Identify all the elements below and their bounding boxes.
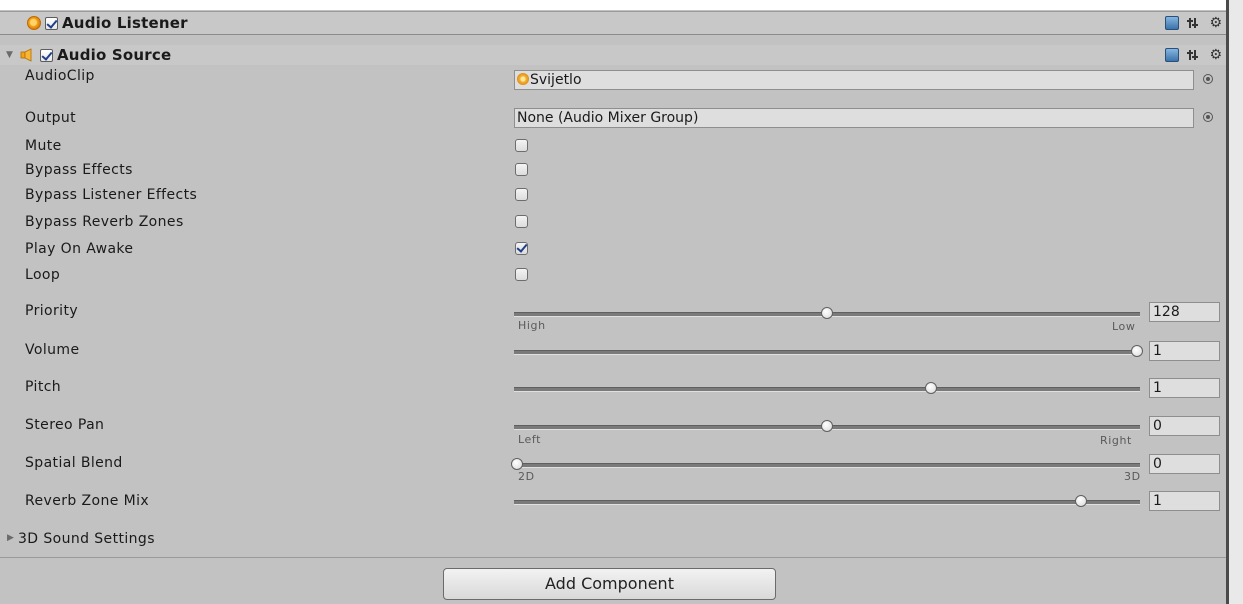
sound-settings-foldout[interactable]: ▶ 3D Sound Settings <box>0 529 1226 551</box>
spatial-blend-min-label: 2D <box>518 470 535 483</box>
toggle-label: Bypass Reverb Zones <box>25 214 184 230</box>
spatial-blend-slider-thumb[interactable] <box>511 458 523 470</box>
spatial-blend-value-field[interactable]: 0 <box>1149 454 1220 474</box>
spatial-blend-value: 0 <box>1153 456 1162 472</box>
slider-label: Stereo Pan <box>25 417 105 433</box>
slider-row: Volume 1 <box>0 340 1226 362</box>
scrollbar-track[interactable] <box>1229 0 1243 604</box>
bypass-reverb-zones-checkbox[interactable] <box>515 215 528 228</box>
toggle-label: Loop <box>25 267 61 283</box>
toggle-label: Mute <box>25 138 62 154</box>
audio-source-title: Audio Source <box>57 46 172 64</box>
slider-row: Priority High Low 128 <box>0 301 1226 333</box>
toggle-row: Bypass Listener Effects <box>0 185 1226 207</box>
volume-slider-thumb[interactable] <box>1131 345 1143 357</box>
spatial-blend-max-label: 3D <box>1124 470 1141 483</box>
book-icon[interactable] <box>1165 16 1180 30</box>
bypass-listener-effects-checkbox[interactable] <box>515 188 528 201</box>
slider-row: Reverb Zone Mix 1 <box>0 491 1226 513</box>
output-field[interactable]: None (Audio Mixer Group) <box>514 108 1194 128</box>
output-value: None (Audio Mixer Group) <box>517 110 699 126</box>
volume-slider-track[interactable] <box>514 350 1140 355</box>
toggle-row: Bypass Reverb Zones <box>0 212 1226 234</box>
speaker-icon <box>20 48 36 62</box>
pitch-slider-track[interactable] <box>514 387 1140 392</box>
toggle-row: Mute <box>0 136 1226 158</box>
audio-clip-row: AudioClip Svijetlo <box>0 68 1226 92</box>
bypass-effects-checkbox[interactable] <box>515 163 528 176</box>
volume-value: 1 <box>1153 343 1162 359</box>
audio-clip-value: Svijetlo <box>530 72 582 88</box>
output-row: Output None (Audio Mixer Group) <box>0 108 1226 130</box>
audio-clip-field[interactable]: Svijetlo <box>514 70 1194 90</box>
gear-icon[interactable]: ⚙ <box>1209 48 1222 62</box>
volume-value-field[interactable]: 1 <box>1149 341 1220 361</box>
book-icon[interactable] <box>1165 48 1180 62</box>
toggle-row: Bypass Effects <box>0 160 1226 182</box>
slider-label: Spatial Blend <box>25 455 123 471</box>
slider-label: Reverb Zone Mix <box>25 493 150 509</box>
sliders-icon[interactable] <box>1187 48 1201 62</box>
stereo-pan-value-field[interactable]: 0 <box>1149 416 1220 436</box>
output-label: Output <box>25 110 77 126</box>
play-on-awake-checkbox[interactable] <box>515 242 528 255</box>
pitch-slider-thumb[interactable] <box>924 382 937 394</box>
priority-value: 128 <box>1153 304 1180 320</box>
priority-max-label: Low <box>1112 320 1136 333</box>
audio-listener-title: Audio Listener <box>62 14 188 32</box>
slider-row: Pitch 1 <box>0 377 1226 399</box>
sound-settings-label: 3D Sound Settings <box>18 531 155 547</box>
audio-listener-header[interactable]: Audio Listener ⚙ <box>0 11 1226 35</box>
pitch-value-field[interactable]: 1 <box>1149 378 1220 398</box>
stereo-pan-value: 0 <box>1153 418 1162 434</box>
slider-row: Spatial Blend 2D 3D 0 <box>0 453 1226 483</box>
divider <box>0 557 1226 558</box>
reverb-zone-mix-slider-thumb[interactable] <box>1074 495 1087 507</box>
priority-slider-thumb[interactable] <box>821 307 833 319</box>
inspector-panel: Audio Listener ⚙ ▼ Audio Source ⚙ AudioC… <box>0 0 1243 604</box>
foldout-expanded-icon[interactable]: ▼ <box>6 50 16 60</box>
reverb-zone-mix-value-field[interactable]: 1 <box>1149 491 1220 511</box>
foldout-collapsed-icon: ▶ <box>7 533 14 543</box>
pitch-value: 1 <box>1153 380 1162 396</box>
add-component-button[interactable]: Add Component <box>443 568 776 600</box>
audio-clip-icon <box>517 73 529 85</box>
audio-listener-enabled-checkbox[interactable] <box>45 16 58 30</box>
gear-icon[interactable]: ⚙ <box>1209 16 1222 30</box>
audio-clip-label: AudioClip <box>25 68 95 84</box>
toggle-row: Loop <box>0 265 1226 287</box>
slider-row: Stereo Pan Left Right 0 <box>0 415 1226 447</box>
toggle-row: Play On Awake <box>0 239 1226 261</box>
toggle-label: Bypass Effects <box>25 162 133 178</box>
audio-source-header[interactable]: ▼ Audio Source ⚙ <box>0 45 1226 65</box>
object-picker-icon[interactable] <box>1203 112 1213 122</box>
toggle-label: Play On Awake <box>25 241 134 257</box>
slider-label: Priority <box>25 303 79 319</box>
reverb-zone-mix-slider-track[interactable] <box>514 500 1140 505</box>
stereo-pan-min-label: Left <box>518 433 542 446</box>
slider-label: Pitch <box>25 379 62 395</box>
priority-min-label: High <box>518 319 546 332</box>
loop-checkbox[interactable] <box>515 268 528 281</box>
audio-listener-icon <box>27 16 41 30</box>
audio-source-enabled-checkbox[interactable] <box>40 48 53 62</box>
slider-label: Volume <box>25 342 80 358</box>
top-strip <box>0 0 1243 10</box>
stereo-pan-max-label: Right <box>1100 434 1132 447</box>
object-picker-icon[interactable] <box>1203 74 1213 84</box>
mute-checkbox[interactable] <box>515 139 528 152</box>
spatial-blend-slider-track[interactable] <box>514 463 1140 468</box>
priority-value-field[interactable]: 128 <box>1149 302 1220 322</box>
reverb-zone-mix-value: 1 <box>1153 493 1162 509</box>
stereo-pan-slider-thumb[interactable] <box>821 420 833 432</box>
sliders-icon[interactable] <box>1187 16 1201 30</box>
toggle-label: Bypass Listener Effects <box>25 187 198 203</box>
